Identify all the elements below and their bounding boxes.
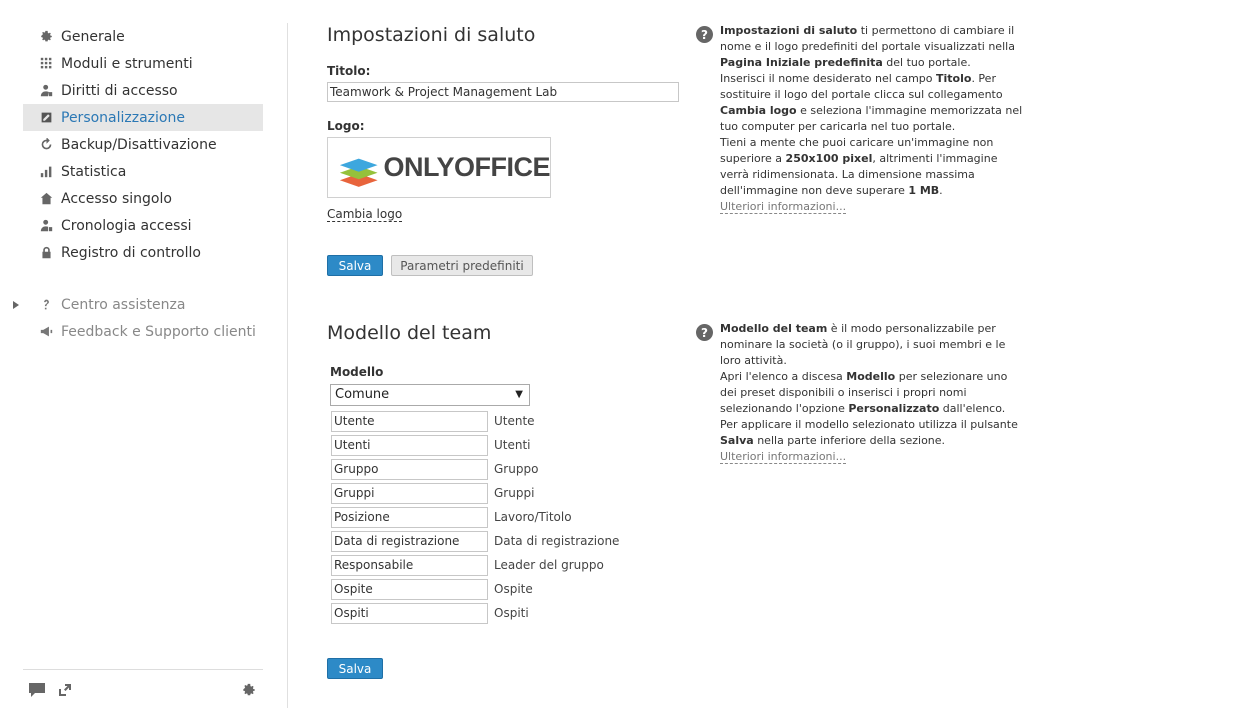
sidebar-item-registro[interactable]: Registro di controllo: [23, 239, 263, 266]
logo-label: Logo:: [327, 119, 365, 133]
change-logo-link[interactable]: Cambia logo: [327, 207, 403, 222]
greeting-title: Impostazioni di saluto: [327, 24, 536, 46]
sidebar-item-diritti[interactable]: Diritti di accesso: [23, 77, 263, 104]
logo-text: ONLYOFFICE: [383, 152, 550, 182]
refresh-icon: [40, 138, 53, 151]
team-term-label: Lavoro/Titolo: [494, 510, 572, 524]
sidebar: Generale Moduli e strumenti Diritti di a…: [13, 23, 263, 708]
divider: [287, 23, 288, 708]
grid-icon: [40, 57, 53, 70]
more-info-link[interactable]: Ulteriori informazioni...: [720, 200, 847, 214]
team-term-input[interactable]: Gruppo: [331, 459, 488, 480]
sidebar-item-label: Feedback e Supporto clienti: [61, 323, 256, 340]
title-label: Titolo:: [327, 64, 371, 78]
team-term-label: Data di registrazione: [494, 534, 620, 548]
chat-icon[interactable]: [29, 683, 45, 697]
user-key-icon: [40, 84, 53, 97]
default-params-button[interactable]: Parametri predefiniti: [391, 255, 533, 276]
sidebar-item-accesso-singolo[interactable]: Accesso singolo: [23, 185, 263, 212]
team-term-input[interactable]: Gruppi: [331, 483, 488, 504]
sidebar-item-centro-assistenza[interactable]: Centro assistenza: [13, 291, 263, 318]
sidebar-item-label: Registro di controllo: [61, 244, 201, 261]
team-term-label: Leader del gruppo: [494, 558, 604, 572]
team-term-input[interactable]: Data di registrazione: [331, 531, 488, 552]
team-term-label: Utente: [494, 414, 535, 428]
sidebar-footer: [23, 669, 263, 708]
edit-icon: [40, 111, 53, 124]
help-icon: ?: [696, 26, 713, 43]
megaphone-icon: [40, 325, 53, 338]
user-lock-icon: [40, 219, 53, 232]
home-icon: [40, 192, 53, 205]
onlyoffice-logo-icon: [339, 158, 378, 187]
sidebar-item-moduli[interactable]: Moduli e strumenti: [23, 50, 263, 77]
sidebar-item-label: Personalizzazione: [61, 109, 185, 126]
sidebar-item-label: Accesso singolo: [61, 190, 172, 207]
team-term-input[interactable]: Ospite: [331, 579, 488, 600]
model-select[interactable]: Comune ▼: [330, 384, 530, 406]
chevron-right-icon[interactable]: [13, 291, 21, 318]
title-input[interactable]: Teamwork & Project Management Lab: [327, 82, 679, 102]
sidebar-item-label: Cronologia accessi: [61, 217, 192, 234]
save-team-button[interactable]: Salva: [327, 658, 383, 679]
sidebar-item-label: Backup/Disattivazione: [61, 136, 217, 153]
logo-preview: ONLYOFFICE: [327, 137, 551, 198]
team-help-text: Modello del team è il modo personalizzab…: [720, 322, 1018, 464]
model-label: Modello: [330, 365, 384, 379]
sidebar-item-personalizzazione[interactable]: Personalizzazione: [23, 104, 263, 131]
question-icon: [40, 298, 53, 311]
sidebar-item-label: Diritti di accesso: [61, 82, 178, 99]
sidebar-item-label: Moduli e strumenti: [61, 55, 193, 72]
sidebar-item-cronologia[interactable]: Cronologia accessi: [23, 212, 263, 239]
team-term-input[interactable]: Utenti: [331, 435, 488, 456]
team-term-label: Utenti: [494, 438, 531, 452]
team-term-label: Ospiti: [494, 606, 529, 620]
more-info-link[interactable]: Ulteriori informazioni...: [720, 450, 847, 464]
dropdown-arrow-icon: ▼: [515, 389, 523, 400]
team-term-label: Ospite: [494, 582, 533, 596]
gear-icon: [40, 30, 53, 43]
sidebar-item-feedback[interactable]: Feedback e Supporto clienti: [23, 318, 263, 345]
bar-chart-icon: [40, 165, 53, 178]
settings-gear-icon[interactable]: [241, 683, 257, 697]
expand-icon[interactable]: [57, 683, 73, 697]
greeting-help-text: Impostazioni di saluto ti permettono di …: [720, 24, 1023, 214]
team-title: Modello del team: [327, 322, 492, 344]
help-icon: ?: [696, 324, 713, 341]
sidebar-item-backup[interactable]: Backup/Disattivazione: [23, 131, 263, 158]
sidebar-item-label: Statistica: [61, 163, 127, 180]
sidebar-item-label: Generale: [61, 28, 125, 45]
team-term-input[interactable]: Utente: [331, 411, 488, 432]
team-term-label: Gruppi: [494, 486, 535, 500]
sidebar-item-statistica[interactable]: Statistica: [23, 158, 263, 185]
lock-icon: [40, 246, 53, 259]
team-term-input[interactable]: Posizione: [331, 507, 488, 528]
team-term-input[interactable]: Responsabile: [331, 555, 488, 576]
team-term-input[interactable]: Ospiti: [331, 603, 488, 624]
sidebar-item-label: Centro assistenza: [61, 296, 186, 313]
team-term-label: Gruppo: [494, 462, 539, 476]
sidebar-item-generale[interactable]: Generale: [23, 23, 263, 50]
save-greeting-button[interactable]: Salva: [327, 255, 383, 276]
